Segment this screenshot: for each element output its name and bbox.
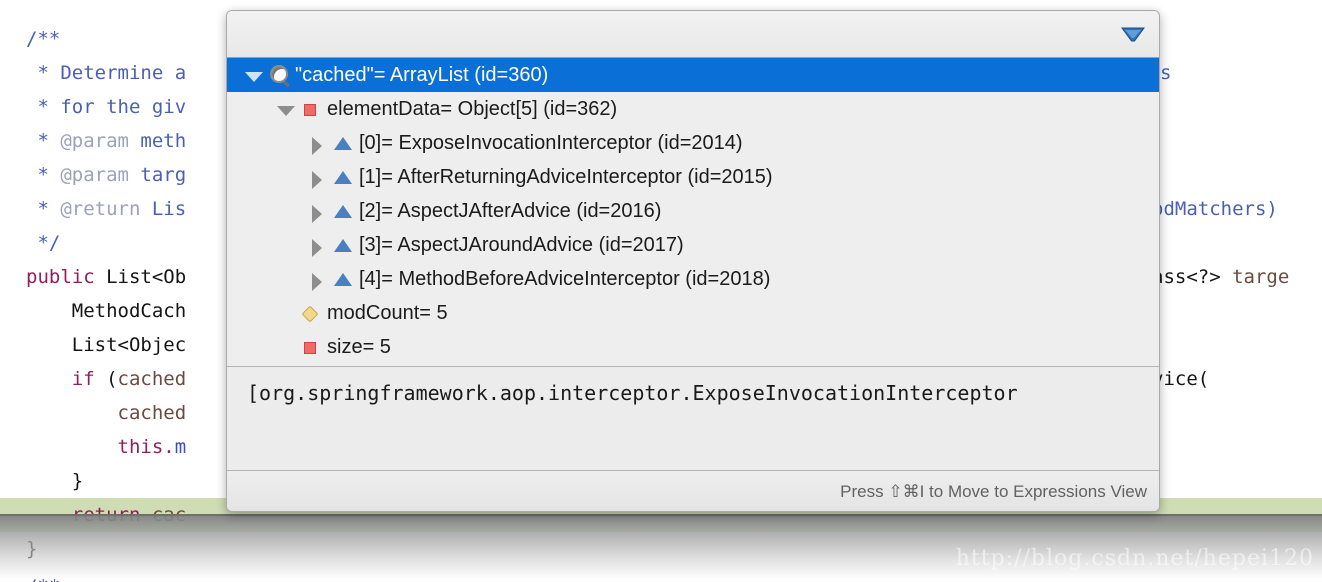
code-token: @param	[60, 130, 129, 152]
expand-arrow-right-icon[interactable]	[305, 126, 331, 160]
blue-triangle-icon	[331, 262, 357, 296]
code-token: /**	[26, 28, 61, 50]
tree-row[interactable]: modCount= 5	[227, 296, 1159, 330]
code-token: List<Objec	[26, 334, 187, 356]
code-token: /**	[26, 576, 60, 582]
popup-footer: Press ⇧⌘I to Move to Expressions View	[227, 470, 1159, 511]
code-token: * for the giv	[26, 96, 187, 118]
expand-arrow-down-icon[interactable]	[241, 58, 267, 92]
code-token: Lis	[140, 198, 187, 220]
code-token: *	[26, 164, 61, 186]
code-token: s	[1160, 62, 1172, 84]
code-token: cached	[117, 368, 187, 390]
popup-header	[227, 11, 1159, 58]
tree-row-label: [3]= AspectJAroundAdvice (id=2017)	[359, 233, 684, 256]
expand-arrow-right-icon[interactable]	[305, 262, 331, 296]
blue-triangle-icon	[331, 228, 357, 262]
blue-triangle-icon	[331, 160, 357, 194]
code-token: cached	[117, 402, 187, 424]
tree-row-label: [4]= MethodBeforeAdviceInterceptor (id=2…	[359, 267, 771, 290]
code-token: meth	[128, 130, 187, 152]
magnifier-icon	[267, 58, 293, 92]
variables-tree[interactable]: "cached"= ArrayList (id=360) elementData=…	[227, 58, 1159, 366]
red-square-icon	[299, 330, 325, 364]
tree-row-label: "cached"= ArrayList (id=360)	[295, 63, 549, 86]
expand-arrow-right-icon[interactable]	[305, 194, 331, 228]
code-token: m	[174, 436, 187, 458]
code-token: */	[26, 232, 61, 254]
tree-row[interactable]: [3]= AspectJAroundAdvice (id=2017)	[227, 228, 1159, 262]
inspect-popup[interactable]: "cached"= ArrayList (id=360) elementData=…	[226, 10, 1160, 512]
code-token: ass<?>	[1152, 266, 1233, 288]
blue-triangle-icon	[331, 194, 357, 228]
code-token: public	[26, 266, 95, 288]
blue-triangle-icon	[331, 126, 357, 160]
code-line: /**	[0, 570, 1322, 582]
code-token: vice(	[1152, 368, 1210, 390]
red-square-icon	[299, 92, 325, 126]
code-token: *	[26, 130, 61, 152]
code-line: odMatchers)	[1152, 192, 1322, 226]
tree-row[interactable]: [1]= AfterReturningAdviceInterceptor (id…	[227, 160, 1159, 194]
code-line: vice(	[1152, 362, 1322, 396]
code-token: @param	[60, 164, 129, 186]
code-token: (	[94, 368, 118, 390]
code-line: ass<?> targe	[1152, 260, 1322, 294]
code-token: }	[26, 470, 84, 492]
tree-row[interactable]: [4]= MethodBeforeAdviceInterceptor (id=2…	[227, 262, 1159, 296]
code-token: if	[71, 368, 95, 390]
code-token: }	[26, 538, 38, 560]
watermark: http://blog.csdn.net/hepei120	[955, 546, 1314, 571]
code-token: this.	[117, 436, 175, 458]
code-token: List<Ob	[94, 266, 187, 288]
code-token: targe	[1232, 266, 1290, 288]
tree-row-label: [0]= ExposeInvocationInterceptor (id=201…	[359, 131, 743, 154]
code-token: *	[26, 198, 61, 220]
tree-row[interactable]: [0]= ExposeInvocationInterceptor (id=201…	[227, 126, 1159, 160]
tree-row[interactable]: size= 5	[227, 330, 1159, 364]
code-token: MethodCach	[26, 300, 187, 322]
detail-value: [org.springframework.aop.interceptor.Exp…	[247, 381, 1018, 405]
code-token: * Determine a	[26, 62, 187, 84]
expand-arrow-down-icon[interactable]	[273, 92, 299, 126]
tree-row-label: elementData= Object[5] (id=362)	[327, 97, 618, 120]
tree-row[interactable]: "cached"= ArrayList (id=360)	[227, 58, 1159, 92]
code-token: @return	[60, 198, 141, 220]
bottom-panel-divider	[0, 514, 1322, 516]
tree-row[interactable]: elementData= Object[5] (id=362)	[227, 92, 1159, 126]
footer-hint: Press ⇧⌘I to Move to Expressions View	[840, 481, 1147, 501]
tree-row-label: modCount= 5	[327, 301, 448, 324]
expand-arrow-right-icon[interactable]	[305, 160, 331, 194]
code-token: odMatchers)	[1152, 198, 1278, 220]
tree-row-label: [2]= AspectJAfterAdvice (id=2016)	[359, 199, 662, 222]
tree-row[interactable]: [2]= AspectJAfterAdvice (id=2016)	[227, 194, 1159, 228]
expand-arrow-right-icon[interactable]	[305, 228, 331, 262]
tree-row-label: size= 5	[327, 335, 391, 358]
yellow-diamond-icon	[299, 296, 325, 330]
filter-dropdown-icon[interactable]	[1121, 27, 1145, 42]
code-token: targ	[128, 164, 187, 186]
detail-pane[interactable]: [org.springframework.aop.interceptor.Exp…	[227, 366, 1159, 470]
tree-row-label: [1]= AfterReturningAdviceInterceptor (id…	[359, 165, 773, 188]
code-line: s	[1160, 56, 1322, 90]
screen: /** * Determine a * for the giv * @param…	[0, 0, 1322, 582]
